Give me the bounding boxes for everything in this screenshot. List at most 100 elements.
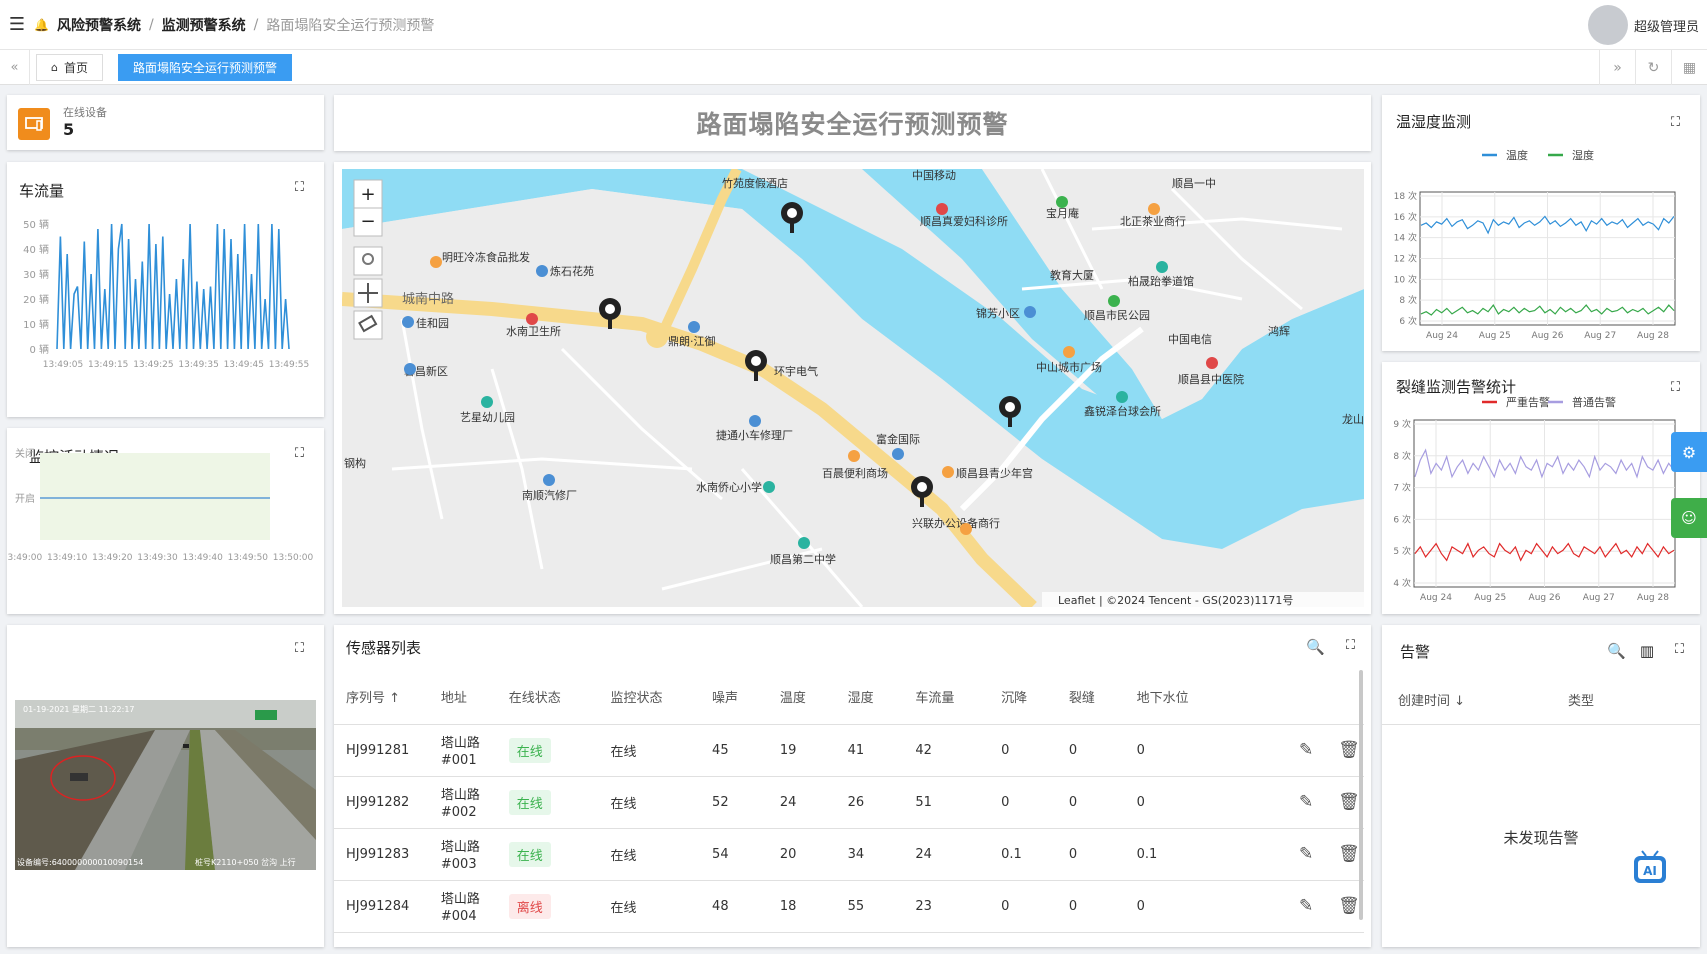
map[interactable]: 竹苑度假酒店 中国移动 顺昌一中 顺昌真爱妇科诊所 宝月庵 北正茶业商行 明旺冷…: [342, 169, 1364, 607]
settlement-cell: 0.1: [989, 828, 1057, 881]
fullscreen-icon[interactable]: ⛶: [295, 641, 304, 656]
map-label: 明旺冷冻食品批发: [442, 250, 530, 264]
serial-cell: HJ991284: [334, 880, 429, 933]
x-tick-label: Aug 27: [1584, 331, 1616, 341]
x-tick-label: 13:49:40: [182, 553, 223, 563]
edit-icon[interactable]: ✎: [1296, 792, 1316, 812]
pan-tool-icon[interactable]: [353, 278, 383, 308]
traffic-cell: 24: [903, 828, 990, 881]
address-line: #004: [440, 909, 477, 924]
traffic-series-line: [56, 223, 290, 350]
x-tick-label: 13:49:45: [224, 360, 264, 370]
assistant-button[interactable]: ☺: [1671, 498, 1707, 538]
delete-icon[interactable]: 🗑: [1338, 792, 1360, 812]
online-status-cell: 在线: [496, 776, 599, 829]
chat-icon: ☺: [1681, 509, 1697, 527]
table-row[interactable]: 塔山路: [334, 932, 1364, 947]
camera-card: ⛶ 01-19-2021 星期二 11:22:17 设备编号:640000000…: [7, 625, 324, 947]
breadcrumb-item-1[interactable]: 风险预警系统: [57, 15, 141, 35]
map-attribution: Leaflet | ©2024 Tencent - GS(2023)1171号: [1058, 594, 1293, 607]
column-header[interactable]: 湿度: [835, 669, 904, 725]
column-header[interactable]: 噪声: [700, 669, 768, 725]
grid-menu-icon[interactable]: ▦: [1671, 50, 1707, 85]
eraser-tool-icon[interactable]: [353, 310, 383, 340]
serial-cell: HJ991281: [334, 724, 429, 777]
temperature-cell: [767, 932, 836, 947]
address-cell: 塔山路 #004: [428, 880, 497, 933]
table-scrollbar[interactable]: [1359, 670, 1363, 920]
address-line: 塔山路: [440, 788, 480, 803]
fullscreen-icon[interactable]: ⛶: [1346, 638, 1355, 653]
column-header[interactable]: 地下水位: [1124, 669, 1255, 725]
table-row[interactable]: HJ991282 塔山路 #002 在线 在线 52 24 26 51 0 0 0 ✎ 🗑: [334, 776, 1364, 829]
sort-desc-icon[interactable]: ↓: [1454, 694, 1465, 709]
column-header[interactable]: 监控状态: [598, 669, 701, 725]
temperature-cell: 18: [767, 880, 836, 933]
map-label: 环宇电气: [774, 364, 818, 378]
map-label: 顺昌市民公园: [1084, 308, 1150, 322]
map-label: 百晨便利商场: [822, 466, 888, 480]
edit-icon[interactable]: ✎: [1296, 740, 1316, 760]
avatar[interactable]: [1587, 5, 1628, 45]
camera-feed[interactable]: 01-19-2021 星期二 11:22:17 设备编号:64000000001…: [15, 700, 316, 870]
tabs-bar: « ⌂ 首页 路面塌陷安全运行预测预警 » ↻ ▦: [0, 50, 1707, 85]
zoom-out-button[interactable]: −: [353, 207, 383, 237]
edit-icon[interactable]: ✎: [1296, 844, 1316, 864]
camera-device-id: 设备编号:640000000010090154: [17, 857, 143, 867]
column-header[interactable]: 车流量: [903, 669, 990, 725]
column-header[interactable]: 温度: [767, 669, 836, 725]
column-header[interactable]: 类型: [1568, 690, 1594, 709]
column-header[interactable]: 地址: [428, 669, 497, 725]
column-header[interactable]: 裂缝: [1056, 669, 1125, 725]
column-header[interactable]: 创建时间 ↓: [1398, 690, 1465, 709]
zoom-in-button[interactable]: +: [353, 179, 383, 209]
scroll-left-icon[interactable]: «: [0, 50, 30, 85]
menu-toggle-icon[interactable]: ☰: [0, 0, 34, 50]
settings-button[interactable]: ⚙: [1671, 432, 1707, 472]
tab-home[interactable]: ⌂ 首页: [36, 54, 103, 81]
serial-cell: HJ991283: [334, 828, 429, 881]
sort-asc-icon[interactable]: ↑: [389, 691, 400, 706]
ai-assistant-icon[interactable]: AI: [1630, 847, 1670, 887]
legend-label: 普通告警: [1572, 395, 1616, 409]
delete-icon[interactable]: 🗑: [1338, 740, 1360, 760]
crack-alarm-chart: 严重告警 普通告警 9 次 8 次 7 次 6 次 5 次 4 次 Aug 24 Aug 25 Au…: [1393, 395, 1676, 603]
table-row[interactable]: HJ991281 塔山路 #001 在线 在线 45 19 41 42 0 0 0 ✎ 🗑: [334, 724, 1364, 777]
status-badge: 离线: [508, 893, 551, 919]
delete-icon[interactable]: 🗑: [1338, 896, 1360, 916]
column-header[interactable]: 沉降: [989, 669, 1057, 725]
status-badge: 在线: [508, 789, 551, 815]
column-header[interactable]: 在线状态: [496, 669, 599, 725]
columns-icon[interactable]: ▥: [1640, 642, 1654, 660]
scroll-right-icon[interactable]: »: [1599, 50, 1635, 85]
fullscreen-icon[interactable]: ⛶: [1675, 642, 1684, 657]
edit-icon[interactable]: ✎: [1296, 896, 1316, 916]
traffic-cell: 42: [903, 724, 990, 777]
temp-humidity-chart: 温度 湿度 18 次 16 次 14 次 12 次 10 次 8 次 6 次 Aug 24 Aug …: [1394, 148, 1676, 341]
map-label: 钢构: [344, 456, 366, 470]
map-label: 水南侨心小学: [696, 480, 762, 494]
user-name[interactable]: 超级管理员: [1634, 16, 1699, 35]
search-icon[interactable]: 🔍: [1306, 638, 1325, 656]
map-label: 顺昌真爱妇科诊所: [920, 214, 1008, 228]
column-header[interactable]: 序列号 ↑: [334, 669, 429, 725]
sensors-title: 传感器列表: [346, 639, 422, 657]
tab-current[interactable]: 路面塌陷安全运行预测预警: [118, 54, 293, 81]
monitor-activity-card: 监控活动情况 ⛶ 关闭开启13:49:0013:49:1013:49:2013:…: [7, 428, 324, 614]
user-menu[interactable]: 超级管理员: [1587, 5, 1699, 45]
breadcrumb-item-2[interactable]: 监测预警系统: [162, 15, 246, 35]
marker-tool-icon[interactable]: [353, 246, 383, 276]
x-tick-label: Aug 24: [1420, 593, 1452, 603]
refresh-icon[interactable]: ↻: [1635, 50, 1671, 85]
monitor-status-cell: 在线: [598, 880, 701, 933]
map-label: 教育大厦: [1050, 268, 1094, 282]
traffic-card: 车流量 ⛶ 50 辆 40 辆 30 辆 20 辆 10 辆0 辆 13:49:05 13:…: [7, 162, 324, 417]
delete-icon[interactable]: 🗑: [1338, 844, 1360, 864]
search-icon[interactable]: 🔍: [1607, 642, 1626, 660]
humidity-cell: 55: [835, 880, 904, 933]
online-status-cell: 在线: [496, 828, 599, 881]
table-row[interactable]: HJ991284 塔山路 #004 离线 在线 48 18 55 23 0 0 0 ✎ 🗑: [334, 880, 1364, 933]
traffic-chart: 50 辆 40 辆 30 辆 20 辆 10 辆 0 辆 13:49:05 13:49:15 1…: [23, 218, 309, 370]
x-tick-label: Aug 26: [1532, 331, 1564, 341]
table-row[interactable]: HJ991283 塔山路 #003 在线 在线 54 20 34 24 0.1 0 0.1 ✎ 🗑: [334, 828, 1364, 881]
